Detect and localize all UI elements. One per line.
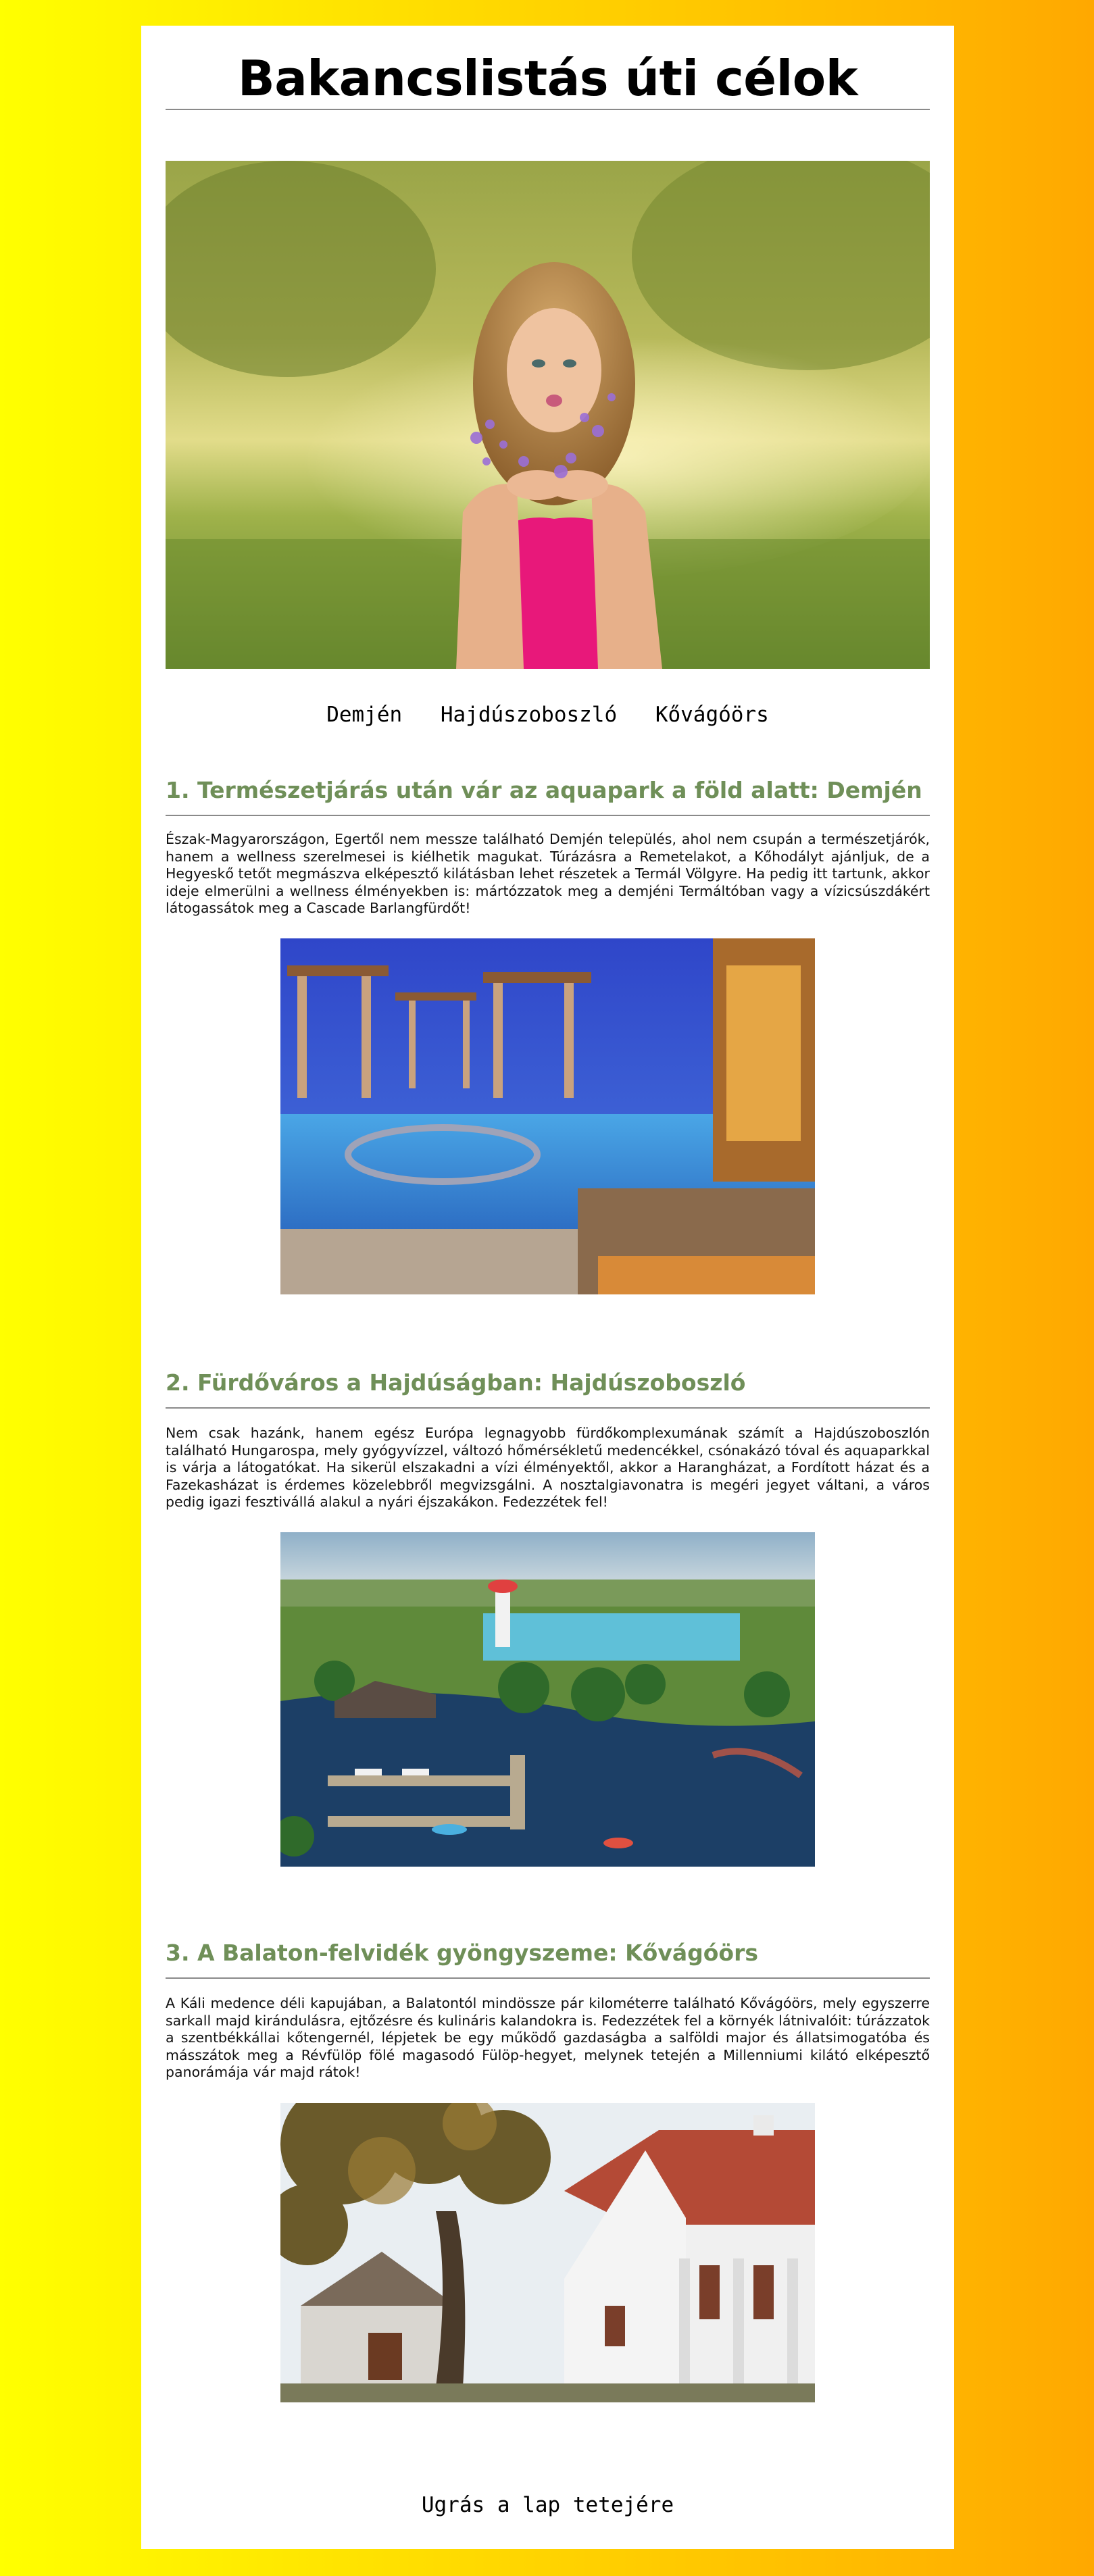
- section-divider: [166, 815, 930, 816]
- demjen-photo: [280, 938, 815, 1294]
- page-title: Bakancslistás úti célok: [237, 50, 858, 107]
- nav-link-demjen[interactable]: Demjén: [326, 703, 402, 727]
- nav-link-hajduszoboszlo[interactable]: Hajdúszoboszló: [441, 703, 617, 727]
- section-divider: [166, 1407, 930, 1409]
- section-text-demjen: Észak-Magyarországon, Egertől nem messze…: [166, 831, 930, 916]
- back-to-top-link[interactable]: Ugrás a lap tetejére: [422, 2493, 674, 2517]
- section-heading-demjen: 1. Természetjárás után vár az aquapark a…: [166, 777, 922, 803]
- section-heading-kovagoors: 3. A Balaton-felvidék gyöngyszeme: Kővág…: [166, 1940, 758, 1966]
- back-to-top: Ugrás a lap tetejére: [166, 2492, 930, 2519]
- section-nav: Demjén Hajdúszoboszló Kővágóörs: [166, 701, 930, 728]
- section-text-kovagoors: A Káli medence déli kapujában, a Balaton…: [166, 1995, 930, 2080]
- section-divider: [166, 1977, 930, 1979]
- section-text-hajduszoboszlo: Nem csak hazánk, hanem egész Európa legn…: [166, 1425, 930, 1510]
- title-divider: [166, 109, 930, 110]
- nav-link-kovagoors[interactable]: Kővágóörs: [655, 703, 769, 727]
- hajduszoboszlo-photo: [280, 1532, 815, 1867]
- section-heading-hajduszoboszlo: 2. Fürdőváros a Hajdúságban: Hajdúszobos…: [166, 1369, 746, 1396]
- hero-image: [166, 161, 930, 669]
- page-container: Bakancslistás úti célok Demjén Hajdúszob…: [141, 26, 954, 2549]
- kovagoors-photo: [280, 2103, 815, 2402]
